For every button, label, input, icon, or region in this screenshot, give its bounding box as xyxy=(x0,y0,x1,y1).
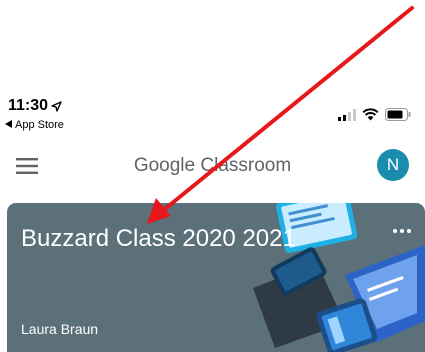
avatar[interactable]: N xyxy=(377,149,409,181)
teacher-name: Laura Braun xyxy=(21,321,99,337)
back-triangle-icon xyxy=(5,119,13,131)
more-horizontal-icon[interactable] xyxy=(393,229,411,233)
status-icons xyxy=(338,108,411,126)
battery-icon xyxy=(385,108,411,126)
class-card[interactable]: Buzzard Class 2020 2021 Laura Braun xyxy=(7,203,425,352)
status-time-text: 11:30 xyxy=(8,97,49,114)
back-to-app-store-link[interactable]: App Store xyxy=(5,119,64,131)
class-name[interactable]: Buzzard Class 2020 2021 xyxy=(21,225,296,253)
back-app-label: App Store xyxy=(15,119,64,131)
wifi-icon xyxy=(362,108,379,126)
status-time: 11:30 xyxy=(8,97,62,115)
app-title: Google Classroom xyxy=(133,155,292,176)
screen: 11:30 App Store Google Classroom N Buzza… xyxy=(0,0,425,352)
avatar-letter: N xyxy=(386,155,400,174)
location-arrow-icon xyxy=(51,100,62,112)
signal-icon xyxy=(338,108,356,126)
